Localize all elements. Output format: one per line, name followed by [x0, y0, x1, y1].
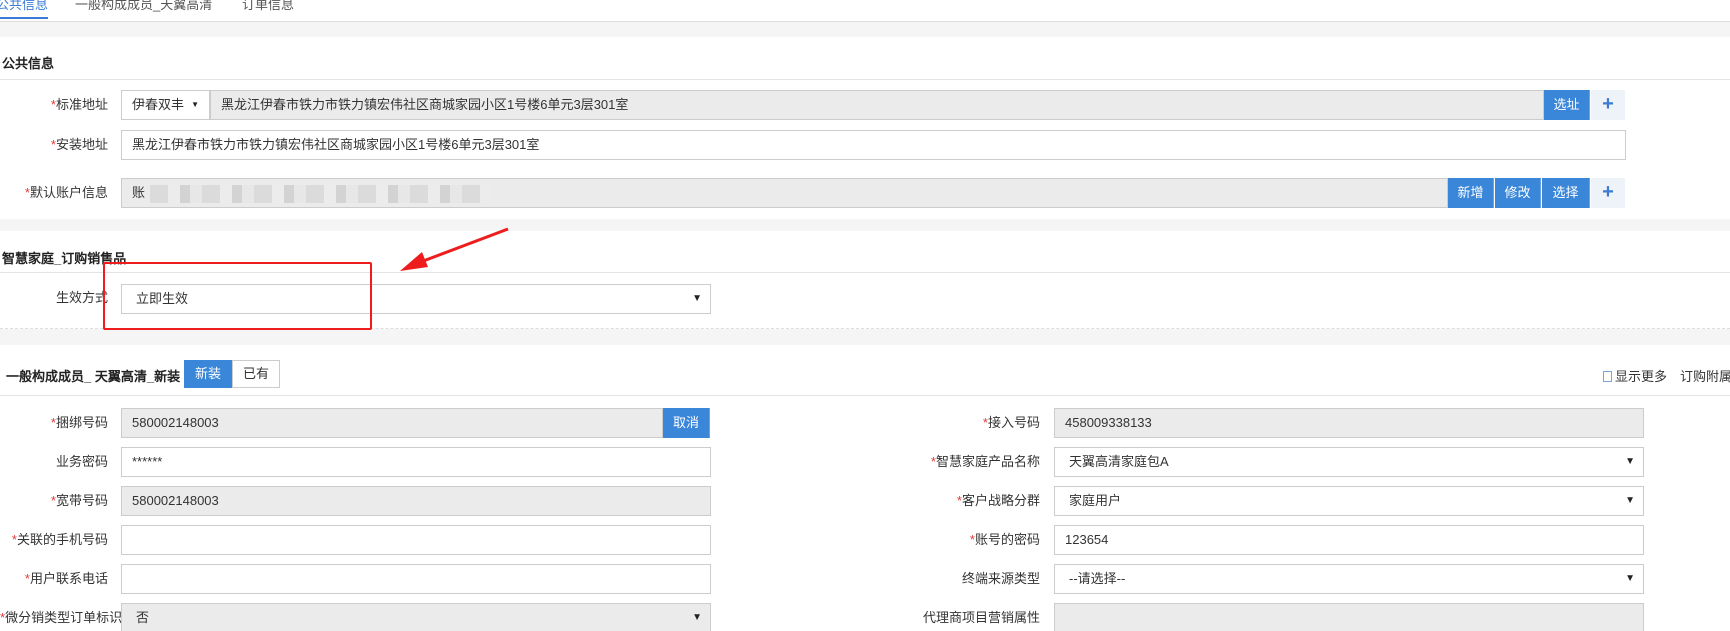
cancel-button[interactable]: 取消: [663, 408, 710, 438]
product-name-select[interactable]: 天翼高清家庭包A ▼: [1054, 447, 1644, 477]
caret-down-icon: ▼: [692, 293, 702, 304]
caret-down-icon: ▼: [191, 100, 199, 109]
micro-dist-label: *微分销类型订单标识: [0, 610, 123, 625]
highlight-box: [103, 262, 372, 330]
broadband-number-input[interactable]: 580002148003: [121, 486, 711, 516]
service-password-label: 业务密码: [55, 454, 108, 469]
terminal-source-select[interactable]: --请选择-- ▼: [1054, 564, 1644, 594]
product-name-label: *智慧家庭产品名称: [930, 454, 1040, 469]
broadband-number-label: *宽带号码: [50, 493, 108, 508]
caret-down-icon: ▼: [1625, 573, 1635, 584]
show-more-link[interactable]: 显示更多: [1603, 366, 1667, 385]
add-account-button[interactable]: 新增: [1448, 178, 1494, 208]
blurred-account-info: [150, 185, 490, 203]
select-addr-button[interactable]: 选址: [1544, 90, 1590, 120]
region-select[interactable]: 伊春双丰 ▼: [121, 90, 210, 120]
public-info-panel: 公共信息 *标准地址 伊春双丰 ▼ 黑龙江伊春市铁力市铁力镇宏伟社区商城家园小区1…: [0, 37, 1730, 219]
install-addr-input[interactable]: 黑龙江伊春市铁力市铁力镇宏伟社区商城家园小区1号楼6单元3层301室: [121, 130, 1626, 160]
terminal-source-label: 终端来源类型: [961, 571, 1040, 586]
std-addr-input[interactable]: 黑龙江伊春市铁力市铁力镇宏伟社区商城家园小区1号楼6单元3层301室: [210, 90, 1544, 120]
add-std-addr-plus-icon[interactable]: +: [1591, 90, 1625, 120]
customer-group-select[interactable]: 家庭用户 ▼: [1054, 486, 1644, 516]
choose-account-button[interactable]: 选择: [1542, 178, 1590, 208]
tab-bar: 公共信息 一般构成成员_天翼高清 订单信息: [0, 0, 1730, 22]
caret-down-icon: ▼: [692, 612, 702, 623]
contact-phone-label: *用户联系电话: [24, 571, 108, 586]
tab-order-info[interactable]: 订单信息: [242, 0, 294, 13]
agent-marketing-label: 代理商项目营销属性: [922, 610, 1040, 625]
access-number-label: *接入号码: [982, 415, 1040, 430]
tab-public-info[interactable]: 公共信息: [0, 0, 49, 19]
existing-toggle[interactable]: 已有: [232, 360, 280, 388]
bind-number-label: *捆绑号码: [50, 415, 108, 430]
edit-account-button[interactable]: 修改: [1495, 178, 1541, 208]
order-attach-link[interactable]: 订购附属: [1680, 366, 1730, 385]
bind-number-input[interactable]: 580002148003: [121, 408, 663, 438]
account-label: *默认账户信息: [24, 185, 108, 200]
linked-phone-input[interactable]: [121, 525, 711, 555]
new-install-toggle[interactable]: 新装: [184, 360, 232, 388]
agent-marketing-input[interactable]: [1054, 603, 1644, 631]
account-password-input[interactable]: 123654: [1054, 525, 1644, 555]
tab-member-tianyi[interactable]: 一般构成成员_天翼高清: [75, 0, 212, 13]
install-addr-label: *安装地址: [50, 137, 108, 152]
annotation-arrow-icon: [400, 227, 509, 271]
caret-down-icon: ▼: [1625, 495, 1635, 506]
customer-group-label: *客户战略分群: [956, 493, 1040, 508]
account-password-label: *账号的密码: [969, 532, 1040, 547]
service-password-input[interactable]: ******: [121, 447, 711, 477]
public-info-title: 公共信息: [2, 56, 55, 71]
divider: [0, 79, 1730, 80]
member-panel: 一般构成成员_ 天翼高清_新装 新装 已有 显示更多 订购附属 *捆绑号码 58…: [0, 345, 1730, 631]
std-addr-label: *标准地址: [50, 97, 108, 112]
add-account-plus-icon[interactable]: +: [1591, 178, 1625, 208]
contact-phone-input[interactable]: [121, 564, 711, 594]
divider: [0, 395, 1730, 396]
member-title: 一般构成成员_ 天翼高清_新装: [6, 369, 181, 384]
access-number-input[interactable]: 458009338133: [1054, 408, 1644, 438]
linked-phone-label: *关联的手机号码: [11, 532, 108, 547]
effect-mode-label: 生效方式: [55, 290, 108, 305]
document-icon: [1603, 371, 1612, 382]
micro-dist-select[interactable]: 否 ▼: [121, 603, 711, 631]
caret-down-icon: ▼: [1625, 456, 1635, 467]
